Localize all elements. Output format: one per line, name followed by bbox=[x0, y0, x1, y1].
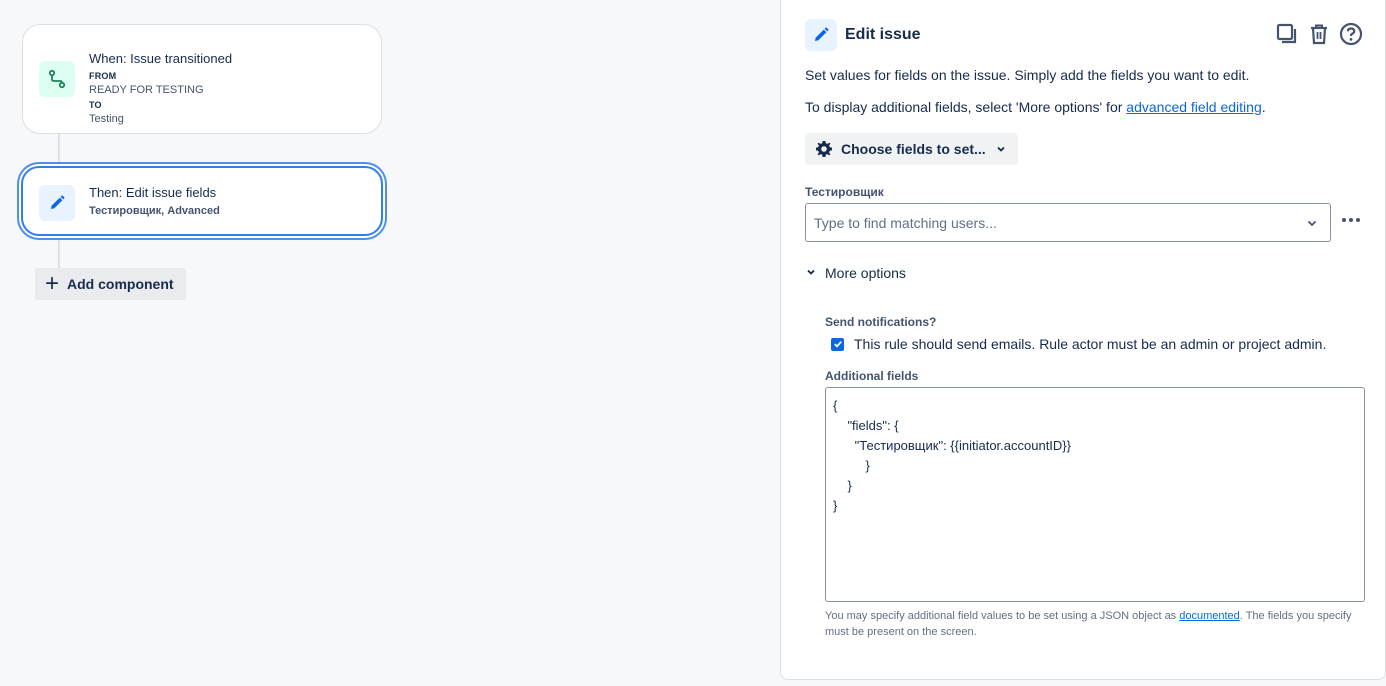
send-notifications-text: This rule should send emails. Rule actor… bbox=[854, 336, 1327, 352]
gear-icon bbox=[815, 140, 833, 158]
additional-fields-textarea[interactable]: { "fields": { "Тестировщик": {{initiator… bbox=[825, 387, 1365, 602]
send-notifications-label: Send notifications? bbox=[825, 315, 937, 329]
from-value: READY FOR TESTING bbox=[89, 84, 204, 96]
choose-fields-button[interactable]: Choose fields to set... bbox=[805, 133, 1018, 165]
send-notifications-checkbox[interactable] bbox=[831, 337, 844, 351]
choose-fields-label: Choose fields to set... bbox=[841, 141, 986, 157]
more-options-label: More options bbox=[825, 265, 906, 281]
user-picker[interactable] bbox=[805, 203, 1331, 242]
help-icon[interactable] bbox=[1339, 21, 1363, 47]
chevron-down-icon bbox=[996, 141, 1006, 157]
rule-canvas: When: Issue transitioned FROM READY FOR … bbox=[0, 0, 780, 686]
send-notifications-row: This rule should send emails. Rule actor… bbox=[831, 336, 1326, 352]
chevron-down-icon bbox=[1306, 216, 1318, 234]
add-component-label: Add component bbox=[67, 276, 174, 292]
edit-issue-panel: Edit issue Set values for fields on the … bbox=[780, 0, 1386, 680]
from-label: FROM bbox=[89, 71, 117, 81]
panel-description: Set values for fields on the issue. Simp… bbox=[805, 67, 1250, 83]
tester-field-label: Тестировщик bbox=[805, 185, 884, 199]
action-subtitle: Тестировщик, Advanced bbox=[89, 205, 220, 217]
trigger-title: When: Issue transitioned bbox=[89, 51, 233, 66]
chevron-down-icon bbox=[805, 265, 821, 281]
documented-link[interactable]: documented bbox=[1179, 610, 1240, 622]
to-value: Testing bbox=[89, 113, 124, 125]
trash-icon[interactable] bbox=[1307, 21, 1331, 47]
panel-title: Edit issue bbox=[845, 26, 921, 43]
connector-line bbox=[58, 134, 60, 166]
additional-fields-help: You may specify additional field values … bbox=[825, 610, 1352, 638]
more-info-text: To display additional fields, select 'Mo… bbox=[805, 99, 1266, 115]
to-label: TO bbox=[89, 100, 102, 110]
action-card[interactable]: Then: Edit issue fields Тестировщик, Adv… bbox=[21, 166, 383, 236]
action-title: Then: Edit issue fields bbox=[89, 185, 217, 200]
more-options-toggle[interactable]: More options bbox=[805, 265, 906, 281]
user-search-input[interactable] bbox=[806, 204, 1286, 241]
pencil-icon bbox=[39, 185, 75, 221]
plus-icon: + bbox=[45, 270, 60, 297]
connector-line bbox=[58, 238, 60, 268]
pencil-icon bbox=[805, 19, 837, 51]
advanced-field-editing-link[interactable]: advanced field editing bbox=[1126, 99, 1261, 115]
more-actions-icon[interactable] bbox=[1339, 210, 1363, 230]
additional-fields-label: Additional fields bbox=[825, 369, 919, 383]
transition-icon bbox=[39, 61, 75, 97]
trigger-card[interactable]: When: Issue transitioned FROM READY FOR … bbox=[22, 24, 382, 134]
copy-icon[interactable] bbox=[1275, 21, 1299, 47]
add-component-button[interactable]: + Add component bbox=[35, 268, 186, 300]
